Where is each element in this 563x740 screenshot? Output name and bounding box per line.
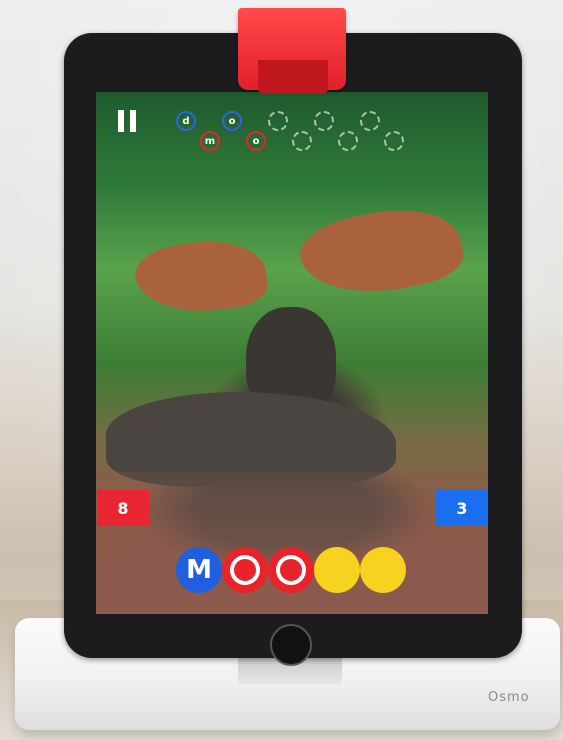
letter-tile-blue: M: [176, 547, 222, 593]
pause-icon-bar: [130, 110, 136, 132]
progress-slot: o: [222, 111, 242, 131]
progress-slot: [338, 131, 358, 151]
progress-slot: [292, 131, 312, 151]
moose-antler-left: [131, 233, 271, 321]
ring-icon: [276, 555, 306, 585]
progress-slot: o: [246, 131, 266, 151]
progress-slot: d: [176, 111, 196, 131]
moose-antler-right: [294, 196, 468, 308]
progress-slot: [314, 111, 334, 131]
tile-letter: M: [186, 555, 212, 585]
reflector-lens: [258, 60, 328, 94]
letter-tile-red: [268, 547, 314, 593]
game-screen: [96, 92, 488, 614]
score-left-value: 8: [117, 498, 129, 518]
ring-icon: [230, 555, 260, 585]
letter-tile-red: [222, 547, 268, 593]
letter-tile-yellow: [360, 547, 406, 593]
word-progress: dmoo: [176, 107, 416, 161]
stand-brand-label: Osmo: [488, 690, 530, 705]
letter-tile-yellow: [314, 547, 360, 593]
pause-button[interactable]: [118, 110, 138, 132]
progress-slot: m: [200, 131, 220, 151]
home-button[interactable]: [270, 624, 312, 666]
letter-tiles: M: [176, 547, 416, 597]
score-right-value: 3: [456, 498, 468, 518]
score-right: 3: [436, 490, 488, 526]
progress-slot: [384, 131, 404, 151]
progress-slot: [360, 111, 380, 131]
pause-icon: [118, 110, 124, 132]
progress-slot: [268, 111, 288, 131]
score-left: 8: [97, 490, 149, 526]
